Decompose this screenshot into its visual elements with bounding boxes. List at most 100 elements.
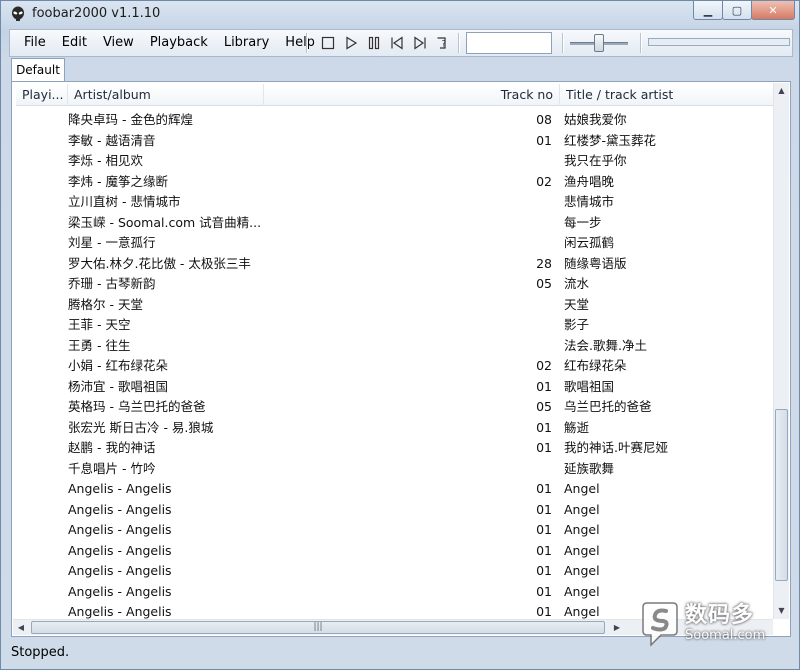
pause-button[interactable]: [362, 33, 385, 53]
playlist-rows: 降央卓玛 - 金色的辉煌 08 姑娘我爱你 李敏 - 越语清音 01 红楼梦-黛玉葬花 李烁…: [16, 110, 776, 622]
row-artist-album: 千息唱片 - 竹吟: [68, 460, 156, 476]
volume-knob[interactable]: [594, 34, 604, 52]
row-title: 红楼梦-黛玉葬花: [564, 132, 657, 148]
menu-library[interactable]: Library: [216, 30, 277, 56]
next-button[interactable]: [408, 33, 431, 53]
row-title: 影子: [564, 317, 590, 332]
row-title: 流水: [564, 276, 590, 291]
row-artist-album: 李烁 - 相见欢: [68, 153, 143, 168]
row-artist-album: 张宏光 斯日古冷 - 易.狼城: [68, 419, 214, 435]
seek-bar[interactable]: [648, 38, 790, 46]
row-artist-album: 英格玛 - 乌兰巴托的爸爸: [68, 399, 206, 414]
maximize-button[interactable]: ▢: [722, 1, 752, 20]
playlist-row[interactable]: 李炜 - 魔筝之缘断 02 渔舟唱晚: [16, 172, 776, 193]
playlist-row[interactable]: Angelis - Angelis 01 Angel: [16, 479, 776, 500]
column-playing[interactable]: Playi...: [16, 84, 68, 106]
playlist-row[interactable]: 小娟 - 红布绿花朵 02 红布绿花朵: [16, 356, 776, 377]
menu-edit[interactable]: Edit: [54, 30, 95, 56]
playlist-row[interactable]: 降央卓玛 - 金色的辉煌 08 姑娘我爱你: [16, 110, 776, 131]
row-artist-album: 降央卓玛 - 金色的辉煌: [68, 112, 193, 127]
row-track-no: 01: [536, 501, 552, 517]
playlist-row[interactable]: 立川直树 - 悲情城市 悲情城市: [16, 192, 776, 213]
stop-icon: [321, 36, 334, 50]
minimize-button[interactable]: ▁: [693, 1, 723, 20]
row-track-no: 05: [536, 276, 552, 291]
vertical-scroll-thumb[interactable]: [775, 409, 788, 581]
row-title: 红布绿花朵: [564, 358, 627, 373]
row-track-no: 01: [536, 419, 552, 435]
row-artist-album: 赵鹏 - 我的神话: [68, 440, 156, 455]
playlist-row[interactable]: 英格玛 - 乌兰巴托的爸爸 05 乌兰巴托的爸爸: [16, 397, 776, 418]
watermark: 数码多 Soomal.com: [639, 599, 797, 649]
horizontal-scroll-thumb[interactable]: |||: [31, 621, 605, 634]
row-artist-album: 乔珊 - 古琴新韵: [68, 276, 156, 291]
row-title: Angel: [564, 563, 600, 578]
row-title: 歌唱祖国: [564, 378, 615, 394]
toolbar-separator: [458, 33, 460, 53]
play-button[interactable]: [339, 33, 362, 53]
row-artist-album: 王勇 - 往生: [68, 337, 131, 353]
search-input[interactable]: [466, 32, 552, 54]
row-artist-album: 杨沛宜 - 歌唱祖国: [68, 378, 168, 394]
menu-view[interactable]: View: [95, 30, 142, 56]
main-window: foobar2000 v1.1.10 ▁ ▢ ✕ File Edit View …: [0, 0, 800, 670]
playlist-row[interactable]: 千息唱片 - 竹吟 延族歌舞: [16, 459, 776, 480]
vertical-scrollbar[interactable]: ▲ ▼: [773, 83, 789, 619]
random-button[interactable]: ?: [431, 33, 454, 53]
row-artist-album: Angelis - Angelis: [68, 481, 172, 496]
playlist-row[interactable]: 李敏 - 越语清音 01 红楼梦-黛玉葬花: [16, 131, 776, 152]
playlist-row[interactable]: 王菲 - 天空 影子: [16, 315, 776, 336]
row-title: 延族歌舞: [564, 460, 615, 476]
row-title: 天堂: [564, 296, 590, 312]
playlist-row[interactable]: 刘星 - 一意孤行 闲云孤鹤: [16, 233, 776, 254]
toolbar-separator: [640, 33, 642, 53]
volume-slider[interactable]: [570, 34, 630, 52]
scroll-left-icon[interactable]: ◀: [13, 620, 29, 635]
stop-button[interactable]: [316, 33, 339, 53]
row-track-no: 28: [536, 255, 552, 271]
playback-controls: ?: [316, 33, 454, 53]
row-artist-album: 李炜 - 魔筝之缘断: [68, 173, 168, 189]
column-track-no[interactable]: Track no: [456, 84, 560, 106]
menu-file[interactable]: File: [16, 30, 54, 56]
menu-playback[interactable]: Playback: [142, 30, 216, 56]
playlist-row[interactable]: Angelis - Angelis 01 Angel: [16, 500, 776, 521]
scroll-right-icon[interactable]: ▶: [609, 620, 625, 635]
scroll-up-icon[interactable]: ▲: [774, 83, 789, 99]
playlist-row[interactable]: Angelis - Angelis 01 Angel: [16, 541, 776, 562]
title-bar[interactable]: foobar2000 v1.1.10 ▁ ▢ ✕: [1, 1, 799, 27]
column-artist-album[interactable]: Artist/album: [68, 84, 264, 106]
row-track-no: 01: [536, 542, 552, 558]
row-artist-album: 李敏 - 越语清音: [68, 132, 156, 148]
row-track-no: 08: [536, 112, 552, 127]
menu-bar: File Edit View Playback Library Help: [10, 30, 323, 56]
row-artist-album: 王菲 - 天空: [68, 317, 131, 332]
playlist-row[interactable]: 李烁 - 相见欢 我只在乎你: [16, 151, 776, 172]
playlist-row[interactable]: 王勇 - 往生 法会.歌舞.净土: [16, 336, 776, 357]
row-title: Angel: [564, 542, 600, 558]
playlist-row[interactable]: 赵鹏 - 我的神话 01 我的神话.叶赛尼娅: [16, 438, 776, 459]
close-button[interactable]: ✕: [751, 1, 795, 20]
column-header: Playi... Artist/album Track no Title / t…: [16, 84, 776, 106]
row-title: Angel: [564, 481, 600, 496]
window-title: foobar2000 v1.1.10: [32, 6, 161, 21]
watermark-text: 数码多 Soomal.com: [685, 604, 765, 644]
playlist-row[interactable]: 罗大佑.林夕.花比傲 - 太极张三丰 28 随缘粤语版: [16, 254, 776, 275]
alien-icon: [12, 6, 24, 21]
playlist-row[interactable]: 张宏光 斯日古冷 - 易.狼城 01 觞逝: [16, 418, 776, 439]
row-artist-album: 腾格尔 - 天堂: [68, 296, 143, 312]
play-icon: [345, 36, 357, 50]
playlist-row[interactable]: Angelis - Angelis 01 Angel: [16, 561, 776, 582]
playlist-row[interactable]: Angelis - Angelis 01 Angel: [16, 520, 776, 541]
playlist-row[interactable]: 腾格尔 - 天堂 天堂: [16, 295, 776, 316]
tab-default[interactable]: Default: [11, 58, 65, 82]
watermark-cn: 数码多: [685, 603, 755, 628]
row-artist-album: Angelis - Angelis: [68, 501, 172, 517]
row-track-no: 01: [536, 563, 552, 578]
playlist-row[interactable]: 乔珊 - 古琴新韵 05 流水: [16, 274, 776, 295]
column-title[interactable]: Title / track artist: [560, 84, 776, 106]
playlist-row[interactable]: 梁玉嵘 - Soomal.com 试音曲精... 每一步: [16, 213, 776, 234]
toolbar-separator: [306, 33, 308, 53]
previous-button[interactable]: [385, 33, 408, 53]
playlist-row[interactable]: 杨沛宜 - 歌唱祖国 01 歌唱祖国: [16, 377, 776, 398]
